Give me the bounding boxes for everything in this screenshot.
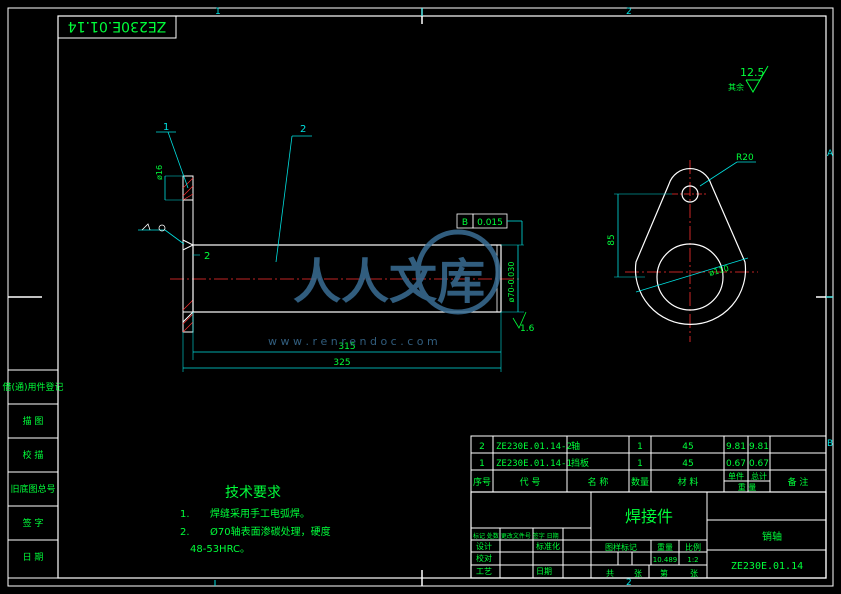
dim-shaft-dia: ø70-0.030 bbox=[507, 262, 516, 303]
side-view: R20 85 ø110 bbox=[607, 153, 758, 342]
dim-plate-dia: ø16 bbox=[155, 165, 164, 180]
header-no: 序号 bbox=[473, 476, 491, 488]
row-2-unit-weight: 9.81 bbox=[726, 442, 746, 452]
title-review-process: 工艺 bbox=[476, 567, 492, 576]
left-label-trace: 描 图 bbox=[23, 415, 44, 427]
roughness-1-6: 1.6 bbox=[520, 324, 535, 334]
parts-list: 2 ZE230E.01.14-2 轴 1 45 9.81 9.81 1 ZE23… bbox=[470, 435, 827, 493]
zone-label-right-b: B bbox=[827, 439, 833, 449]
header-total-weight: 总计 bbox=[751, 471, 767, 481]
header-qty: 数量 bbox=[631, 476, 649, 488]
watermark: 人人文库 w w w . r e n r e n d o c . c o m bbox=[268, 229, 501, 348]
left-label-check-trace: 校 描 bbox=[23, 449, 44, 461]
surface-finish-value: 12.5 bbox=[740, 66, 765, 79]
surface-finish-prefix: 其余 bbox=[728, 82, 744, 92]
left-label-date: 日 期 bbox=[23, 552, 44, 563]
title-sheet-no: 第 bbox=[660, 568, 668, 578]
row-1-material: 45 bbox=[682, 459, 693, 469]
tech-item1-num: 1. bbox=[180, 509, 190, 520]
tech-item1: 焊缝采用手工电弧焊。 bbox=[210, 507, 310, 520]
row-1-code: ZE230E.01.14-1 bbox=[496, 459, 572, 469]
dim-chamfer: 2 bbox=[204, 251, 210, 262]
header-weight: 重 量 bbox=[738, 482, 757, 492]
drawing-number-rotated: ZE230E.01.14 bbox=[68, 18, 167, 34]
cad-drawing-canvas: 1 2 2 A B ZE230E.01.14 借(通)用件登记 描 图 校 描 … bbox=[2, 7, 834, 588]
title-stage-mark: 图样标记 bbox=[605, 542, 637, 552]
title-scale-label: 比例 bbox=[685, 542, 701, 552]
left-label-registration: 借(通)用件登记 bbox=[2, 381, 63, 393]
watermark-url: w w w . r e n r e n d o c . c o m bbox=[268, 335, 438, 348]
header-material: 材 料 bbox=[678, 476, 699, 488]
runout-datum-letter: B bbox=[462, 218, 468, 228]
title-total: 共 bbox=[606, 569, 614, 578]
row-1-name: 挡板 bbox=[571, 457, 589, 469]
tech-item2: Ø70轴表面渗碳处理，硬度 bbox=[210, 525, 331, 538]
runout-value: 0.015 bbox=[477, 218, 503, 228]
title-sheet-unit: 张 bbox=[690, 569, 698, 578]
header-remark: 备 注 bbox=[788, 476, 809, 488]
left-label-old-drawing-no: 旧底图总号 bbox=[10, 483, 55, 495]
row-2-qty: 1 bbox=[637, 442, 643, 452]
dim-radius: R20 bbox=[736, 153, 754, 163]
cad-drawing-window: 1 2 2 A B ZE230E.01.14 借(通)用件登记 描 图 校 描 … bbox=[0, 0, 841, 594]
title-change-row: 标记 处数 更改文件号 签字 日期 bbox=[473, 532, 559, 540]
plate-profile bbox=[634, 168, 747, 325]
part-tag-1: 1 bbox=[163, 122, 169, 133]
title-design: 设计 bbox=[476, 541, 492, 551]
title-scale: 1:2 bbox=[687, 556, 698, 564]
row-1-total-weight: 0.67 bbox=[749, 459, 769, 469]
zone-label-right-a: A bbox=[827, 149, 834, 159]
title-block: 标记 处数 更改文件号 签字 日期 设计 标准化 校对 工艺 日期 焊接件 图样… bbox=[470, 491, 827, 579]
title-date: 日期 bbox=[536, 567, 552, 576]
left-registration-block: 借(通)用件登记 描 图 校 描 旧底图总号 签 字 日 期 bbox=[2, 369, 64, 579]
dim-length-325: 325 bbox=[333, 358, 350, 368]
dim-bore: ø110 bbox=[708, 264, 730, 278]
row-2-total-weight: 9.81 bbox=[749, 442, 769, 452]
title-weight: 10.489 bbox=[653, 556, 678, 564]
zone-label-bottom-2: 2 bbox=[626, 578, 632, 588]
tech-title: 技术要求 bbox=[225, 485, 281, 501]
row-1-no: 1 bbox=[479, 459, 485, 469]
title-weight-label: 重量 bbox=[657, 542, 673, 552]
header-code: 代 号 bbox=[520, 477, 541, 488]
left-label-signature: 签 字 bbox=[23, 517, 44, 529]
title-sheet: 张 bbox=[634, 569, 642, 578]
surface-finish-symbol: 12.5 其余 bbox=[728, 65, 769, 93]
row-1-unit-weight: 0.67 bbox=[726, 459, 746, 469]
header-name: 名 称 bbox=[588, 476, 609, 488]
title-code: ZE230E.01.14 bbox=[731, 561, 803, 572]
row-2-code: ZE230E.01.14-2 bbox=[496, 442, 572, 452]
header-unit-weight: 单件 bbox=[728, 471, 744, 481]
title-part-name: 销轴 bbox=[762, 530, 782, 543]
watermark-brand: 人人文库 bbox=[293, 254, 485, 310]
tech-item2-cont: 48-53HRC。 bbox=[190, 544, 250, 555]
zone-label-top-2: 2 bbox=[626, 7, 632, 17]
technical-requirements: 技术要求 1. 焊缝采用手工电弧焊。 2. Ø70轴表面渗碳处理，硬度 48-5… bbox=[180, 485, 331, 555]
title-std: 标准化 bbox=[536, 541, 560, 551]
dim-center-distance: 85 bbox=[607, 234, 617, 245]
row-2-no: 2 bbox=[479, 442, 485, 452]
row-2-material: 45 bbox=[682, 442, 693, 452]
row-2-name: 轴 bbox=[571, 440, 580, 452]
title-check: 校对 bbox=[476, 553, 492, 563]
title-material-name: 焊接件 bbox=[625, 507, 673, 526]
tech-item2-num: 2. bbox=[180, 527, 190, 538]
zone-label-top-1: 1 bbox=[215, 7, 221, 17]
row-1-qty: 1 bbox=[637, 459, 643, 469]
part-tag-2: 2 bbox=[300, 124, 306, 135]
